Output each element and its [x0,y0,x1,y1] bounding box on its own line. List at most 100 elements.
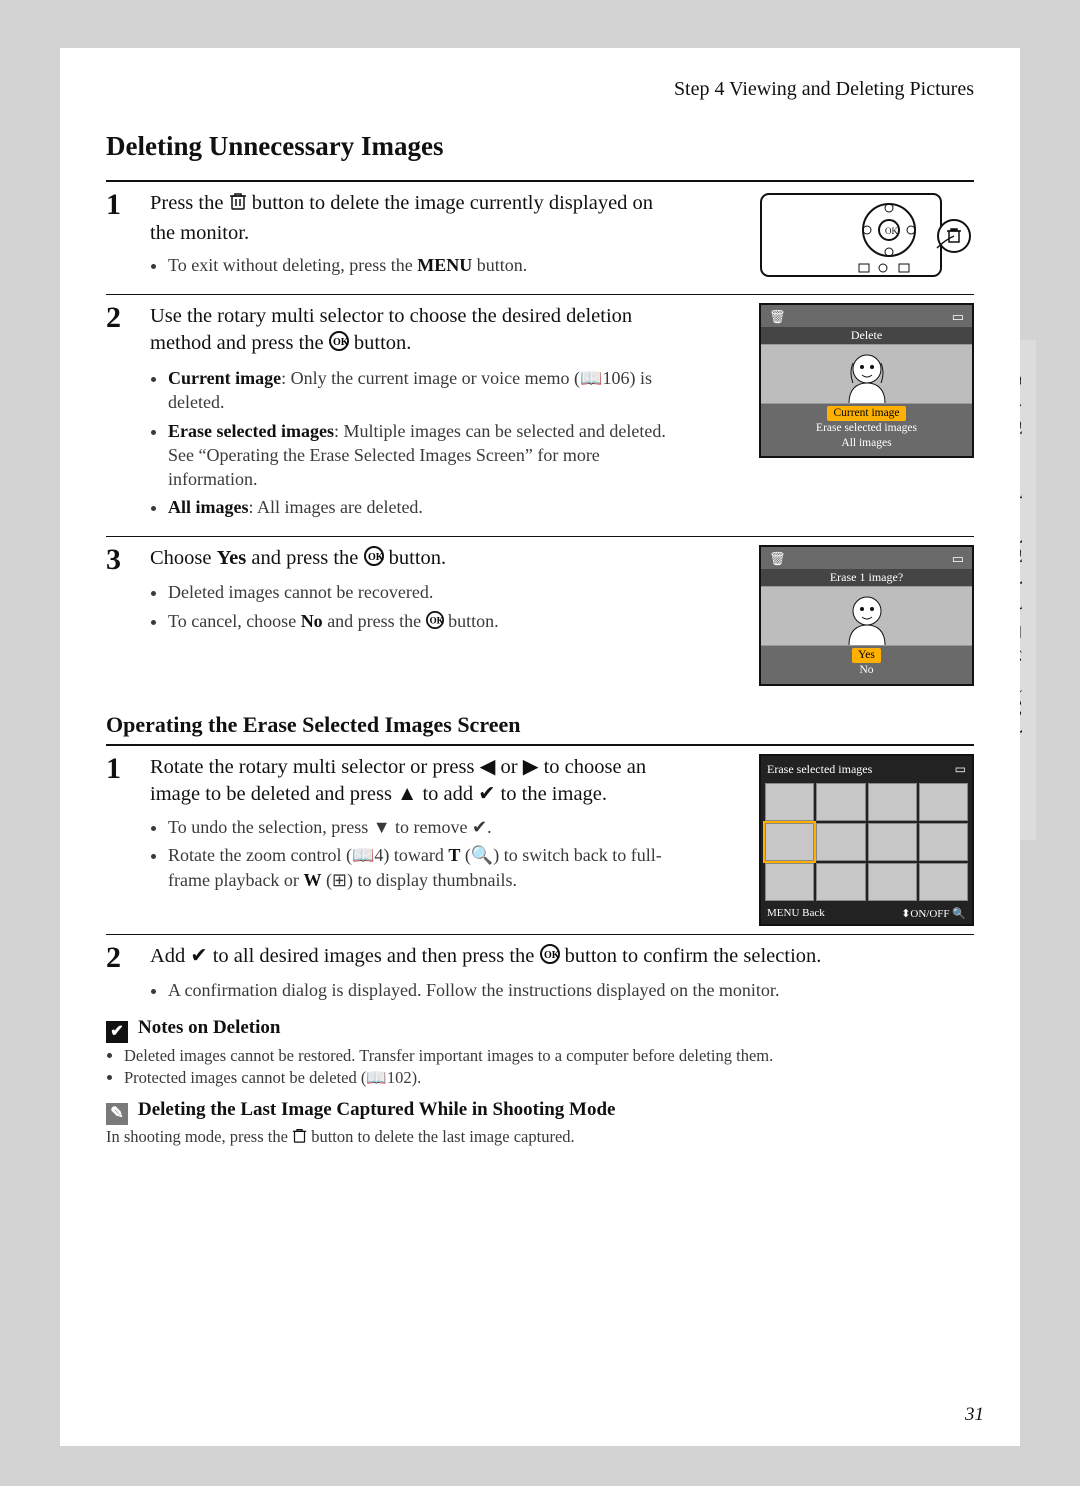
page-content: Step 4 Viewing and Deleting Pictures Del… [60,48,1020,1446]
thumbnail [919,863,968,901]
header-step-label: Step 4 Viewing and Deleting Pictures [106,78,974,101]
trash-indicator-icon: 🗑 [769,309,786,325]
step-b2-number: 2 [106,943,134,973]
step-b1-text: Rotate the rotary multi selector or pres… [150,754,680,809]
screen4-title-text: Erase selected images [767,762,872,776]
s2b2l: Erase selected images [168,421,334,441]
s3b2c: button. [448,611,499,631]
step-b2-bullet-1: A confirmation dialog is displayed. Foll… [168,978,974,1002]
s3yes: Yes [217,547,247,569]
trash-icon [292,1127,307,1149]
step-b1-number: 1 [106,754,134,784]
s2b3t: : All images are deleted. [249,497,423,517]
s3b: and press the [251,547,363,569]
screen2-opt2: Erase selected images [761,421,972,436]
thumbnail [765,783,814,821]
step-2-text: Use the rotary multi selector to choose … [150,303,680,360]
battery-icon: ▭ [952,551,964,567]
svg-text:OK: OK [368,552,384,563]
notes1-b2: Protected images cannot be deleted (📖102… [124,1067,974,1089]
step-1-text-a: Press the [150,192,229,214]
trash-indicator-icon: 🗑 [769,551,786,567]
thumbnail-selected [765,823,814,861]
s3b2b: and press the [327,611,425,631]
s3b2a: To cancel, choose [168,611,301,631]
notes2-title: Deleting the Last Image Captured While i… [138,1099,616,1120]
screen3-no: No [761,663,972,678]
step-3-number: 3 [106,545,134,575]
notes1-b1: Deleted images cannot be restored. Trans… [124,1045,974,1067]
s3a: Choose [150,547,217,569]
step-2-bullet-2: Erase selected images: Multiple images c… [168,419,680,492]
delete-menu-screen: 🗑▭ Delete Current image Erase selected i… [759,303,974,459]
thumbnail [868,863,917,901]
notes2-text: In shooting mode, press the button to de… [106,1127,974,1149]
sb1b2t: T [448,845,460,865]
step-b1-bullet-2: Rotate the zoom control (📖4) toward T (🔍… [168,843,680,892]
n2b: button to delete the last image captured… [311,1127,574,1146]
s3b2no: No [301,611,323,631]
thumbnail [816,863,865,901]
screen2-title: Delete [761,327,972,344]
thumbnail [765,863,814,901]
step-3-bullet-1: Deleted images cannot be recovered. [168,580,680,604]
step-2-number: 2 [106,303,134,333]
page-title: Deleting Unnecessary Images [106,131,974,162]
step-1-text: Press the button to delete the image cur… [150,190,680,247]
thumbnail [868,783,917,821]
sb1b2e: (⊞) to display thumbnails. [326,870,517,890]
thumbnail [868,823,917,861]
s2b3l: All images [168,497,249,517]
s1b1a: To exit without deleting, press the [168,255,417,275]
erase-selected-screen: Erase selected images ▭ MENU Back ⬍ON/OF… [759,754,974,926]
thumbnail [919,823,968,861]
camera-illustration: OK [759,190,974,285]
notes-last-image: ✎ Deleting the Last Image Captured While… [106,1099,974,1149]
step-3-bullet-2: To cancel, choose No and press the OK bu… [168,609,680,635]
battery-icon: ▭ [955,762,966,777]
screen4-onoff: ⬍ON/OFF 🔍 [901,907,966,920]
sb1b2a: Rotate the zoom control (📖4) toward [168,845,448,865]
battery-icon: ▭ [952,309,964,325]
notes-deletion: ✔ Notes on Deletion Deleted images canno… [106,1017,974,1090]
ok-icon: OK [364,546,384,575]
thumbnail [816,823,865,861]
s2mb: button. [354,332,412,354]
check-note-icon: ✔ [106,1021,128,1043]
thumbnail [816,783,865,821]
svg-text:OK: OK [429,615,443,625]
s2b1l: Current image [168,368,281,388]
ok-icon: OK [540,944,560,973]
ok-icon: OK [426,611,444,635]
divider [106,536,974,537]
sub-divider [106,744,974,746]
screen4-title: Erase selected images ▭ [761,760,972,779]
step-b2-text: Add ✔ to all desired images and then pre… [150,943,974,973]
step-1-bullet-1: To exit without deleting, press the MENU… [168,253,680,277]
subsection-title: Operating the Erase Selected Images Scre… [106,712,974,738]
svg-text:OK: OK [544,950,560,961]
svg-text:OK: OK [333,337,349,348]
screen3-yes: Yes [852,648,881,663]
sb1b2w: W [303,870,321,890]
title-divider [106,180,974,182]
screen4-back: MENU Back [767,907,825,920]
menu-label-icon: MENU [417,255,472,275]
page-number: 31 [965,1404,984,1426]
step-1-number: 1 [106,190,134,220]
confirm-delete-screen: 🗑 ▭ Erase 1 image? Yes No [759,545,974,686]
s1b1b: button. [477,255,528,275]
sb2mb: button to confirm the selection. [565,945,822,967]
divider [106,934,974,935]
thumbnail [919,783,968,821]
step-2-bullet-1: Current image: Only the current image or… [168,366,680,415]
step-3-text: Choose Yes and press the OK button. [150,545,680,575]
n2a: In shooting mode, press the [106,1127,292,1146]
step-2-bullet-3: All images: All images are deleted. [168,495,680,519]
thumbnail-grid [761,779,972,905]
svg-text:OK: OK [885,226,898,236]
step-b1-bullet-1: To undo the selection, press ▼ to remove… [168,815,680,839]
screen3-title: Erase 1 image? [761,569,972,586]
notes1-title: Notes on Deletion [138,1017,280,1038]
pencil-note-icon: ✎ [106,1103,128,1125]
